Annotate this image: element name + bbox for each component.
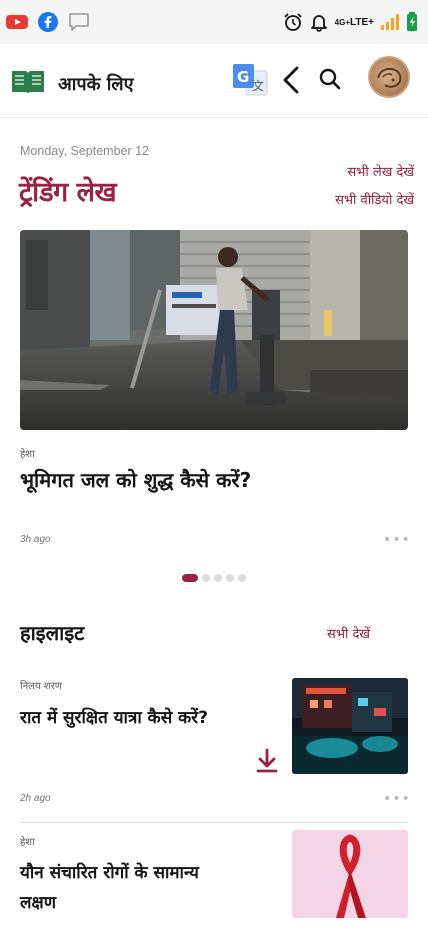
- trending-title: ट्रेंडिंग लेख: [19, 177, 117, 208]
- card-thumbnail-red-ribbon[interactable]: [292, 830, 408, 918]
- book-logo-icon[interactable]: [11, 69, 45, 99]
- app-bar: आपके लिए 文G: [0, 44, 428, 118]
- svg-text:G: G: [237, 68, 249, 86]
- message-icon: [68, 12, 90, 32]
- alarm-icon: [283, 12, 303, 32]
- translate-icon[interactable]: 文G: [232, 63, 268, 103]
- highlights-title: हाइलाइट: [20, 621, 85, 645]
- see-all-articles-link[interactable]: सभी लेख देखें: [347, 162, 414, 180]
- more-options-icon[interactable]: •••: [383, 792, 411, 806]
- hero-image[interactable]: [20, 230, 408, 430]
- lte-signal-icon: 4G+ LTE+: [334, 16, 374, 28]
- bell-icon: [309, 12, 329, 32]
- network-bottom: LTE+: [350, 16, 374, 28]
- see-all-videos-link[interactable]: सभी वीडियो देखें: [335, 190, 414, 208]
- facebook-icon: [38, 12, 58, 32]
- divider: [20, 822, 408, 823]
- card-category: हेशा: [20, 837, 35, 848]
- more-options-icon[interactable]: •••: [383, 533, 411, 547]
- see-all-highlights-link[interactable]: सभी देखें: [327, 624, 370, 642]
- carousel-dot[interactable]: [238, 574, 246, 582]
- card-time: 2h ago: [20, 793, 51, 804]
- hero-category: हेशा: [20, 449, 35, 460]
- card-thumbnail-night-street[interactable]: [292, 678, 408, 774]
- search-icon[interactable]: [318, 67, 342, 95]
- carousel-dot[interactable]: [226, 574, 234, 582]
- battery-icon: [406, 12, 418, 32]
- hero-headline[interactable]: भूमिगत जल को शुद्ध कैसे करें?: [20, 463, 270, 497]
- download-icon[interactable]: [255, 748, 279, 778]
- card-headline[interactable]: यौन संचारित रोगों के सामान्य लक्षण: [20, 858, 230, 918]
- card-category: निलय शरण: [20, 681, 63, 692]
- network-top: 4G+: [334, 17, 351, 27]
- carousel-indicator: [182, 574, 246, 582]
- card-headline[interactable]: रात में सुरक्षित यात्रा कैसे करें?: [20, 703, 230, 733]
- carousel-dot-active[interactable]: [182, 574, 198, 582]
- status-bar-left: [6, 12, 90, 32]
- back-icon[interactable]: [281, 65, 301, 99]
- status-bar-right: 4G+ LTE+: [283, 12, 418, 32]
- page-title: आपके लिए: [58, 74, 134, 95]
- signal-bars-icon: [380, 13, 400, 31]
- youtube-icon: [6, 14, 28, 30]
- carousel-dot[interactable]: [214, 574, 222, 582]
- status-bar: 4G+ LTE+: [0, 0, 428, 44]
- avatar[interactable]: [368, 56, 410, 98]
- carousel-dot[interactable]: [202, 574, 210, 582]
- date-label: Monday, September 12: [20, 144, 150, 158]
- hero-time: 3h ago: [20, 534, 51, 545]
